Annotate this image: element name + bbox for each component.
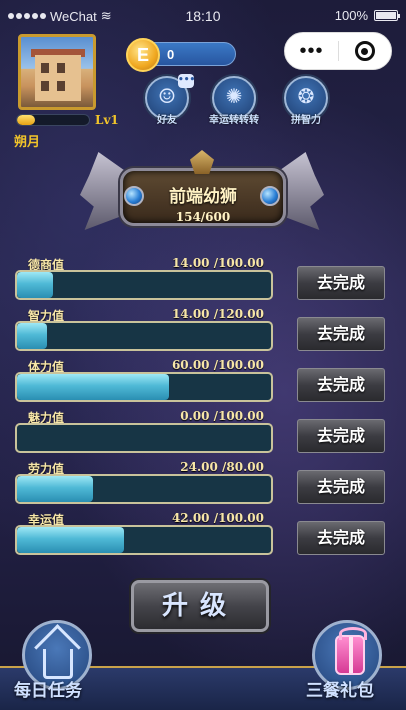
friends-label: 好友 (157, 115, 177, 126)
avatar[interactable] (18, 34, 96, 110)
chat-badge: ••• (178, 74, 195, 88)
stat-row-luck: 幸运值 42.00 /100.00 去完成 (14, 511, 386, 557)
target-icon (354, 41, 375, 61)
username: 朔月 (14, 135, 41, 150)
stat-value: 42.00 /100.00 (171, 511, 264, 525)
stat-row-labor: 劳力值 24.00 /80.00 去完成 (14, 460, 386, 506)
daily-tasks-label[interactable]: 每日任务 (14, 676, 82, 701)
stat-row-morality: 德商值 14.00 /100.00 去完成 (14, 256, 386, 302)
quiz-button[interactable]: ❂ 拼智力 (284, 76, 328, 126)
stat-fill (17, 476, 94, 502)
rank-progress: 154/600 (175, 210, 231, 224)
crest-ornament (190, 150, 214, 174)
rank-title: 前端幼狮 (169, 187, 237, 207)
battery-percent: 100% (334, 8, 368, 23)
lucky-wheel-label: 幸运转转转 (209, 115, 259, 126)
meal-gift-label[interactable]: 三餐礼包 (306, 676, 374, 701)
go-complete-button[interactable]: 去完成 (297, 470, 385, 504)
xp-fill (17, 115, 35, 125)
stat-bar (15, 372, 273, 402)
status-bar: WeChat ≋ 18:10 100% (0, 0, 406, 32)
stat-bar (15, 474, 273, 504)
stat-row-intelligence: 智力值 14.00 /120.00 去完成 (14, 307, 386, 353)
stat-fill (17, 323, 47, 349)
lucky-wheel-button[interactable]: ✺ 幸运转转转 (209, 76, 259, 126)
stat-value: 14.00 /120.00 (171, 307, 264, 321)
stat-fill (17, 272, 53, 298)
brain-icon: ❂ (297, 84, 315, 108)
stat-value: 0.00 /100.00 (180, 409, 264, 423)
upgrade-button[interactable]: 升级 (131, 580, 269, 632)
stat-row-charm: 魅力值 0.00 /100.00 去完成 (14, 409, 386, 455)
home-icon (43, 649, 73, 679)
wheel-icon: ✺ (225, 84, 243, 108)
go-complete-button[interactable]: 去完成 (297, 368, 385, 402)
title-banner: 前端幼狮 154/600 (80, 150, 324, 238)
miniprogram-capsule: ••• (284, 32, 392, 70)
stat-bar (15, 270, 273, 300)
coin-icon: E (126, 38, 160, 72)
more-menu-button[interactable]: ••• (285, 33, 338, 69)
go-complete-button[interactable]: 去完成 (297, 266, 385, 300)
battery-icon (374, 10, 400, 21)
level-label: Lv1 (95, 113, 119, 127)
stat-fill (17, 374, 170, 400)
stat-bar (15, 321, 273, 351)
stat-bar (15, 423, 273, 453)
stat-value: 24.00 /80.00 (180, 460, 264, 474)
go-complete-button[interactable]: 去完成 (297, 419, 385, 453)
stat-value: 60.00 /100.00 (171, 358, 264, 372)
coin-amount: 0 (167, 47, 175, 62)
stat-row-stamina: 体力值 60.00 /100.00 去完成 (14, 358, 386, 404)
friends-button[interactable]: ☺ ••• 好友 (145, 74, 195, 126)
go-complete-button[interactable]: 去完成 (297, 317, 385, 351)
close-miniprogram-button[interactable] (339, 41, 391, 61)
battery-group: 100% (334, 8, 400, 23)
stat-fill (17, 527, 124, 553)
xp-bar (16, 114, 90, 126)
gift-icon (335, 627, 367, 675)
stat-bar (15, 525, 273, 555)
stat-value: 14.00 /100.00 (171, 256, 264, 270)
go-complete-button[interactable]: 去完成 (297, 521, 385, 555)
quiz-label: 拼智力 (291, 115, 321, 126)
